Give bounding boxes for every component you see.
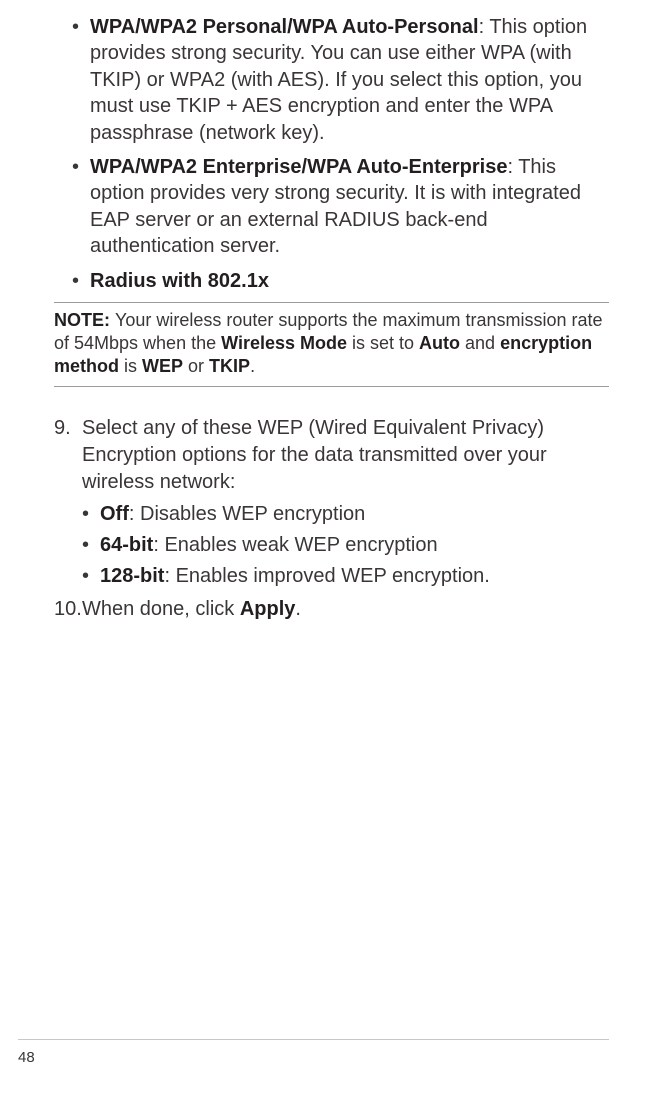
step-9: 9. Select any of these WEP (Wired Equiva…: [54, 415, 609, 495]
option-title: WPA/WPA2 Enterprise/WPA Auto-Enterprise: [90, 156, 507, 178]
apply-label: Apply: [240, 598, 296, 620]
page-content: WPA/WPA2 Personal/WPA Auto-Personal: Thi…: [54, 0, 609, 623]
page-number: 48: [18, 1049, 35, 1066]
wep-64bit: 64-bit: Enables weak WEP encryption: [100, 532, 609, 559]
note-box: NOTE: Your wireless router supports the …: [54, 302, 609, 387]
footer-rule: [18, 1039, 609, 1040]
auth-options-list: WPA/WPA2 Personal/WPA Auto-Personal: Thi…: [54, 14, 609, 294]
option-title: WPA/WPA2 Personal/WPA Auto-Personal: [90, 16, 479, 38]
option-wpa-enterprise: WPA/WPA2 Enterprise/WPA Auto-Enterprise:…: [90, 154, 609, 260]
note-text: and: [460, 333, 500, 353]
note-bold: WEP: [142, 356, 183, 376]
step-number: 10.: [54, 596, 82, 623]
step-number: 9.: [54, 415, 71, 442]
wep-option-desc: : Enables improved WEP encryption.: [164, 565, 489, 587]
wep-option-name: Off: [100, 503, 129, 525]
note-label: NOTE:: [54, 310, 115, 330]
option-title: Radius with 802.1x: [90, 270, 269, 292]
note-bold: Wireless Mode: [221, 333, 347, 353]
option-radius: Radius with 802.1x: [90, 268, 609, 294]
wep-128bit: 128-bit: Enables improved WEP encryption…: [100, 563, 609, 590]
option-wpa-personal: WPA/WPA2 Personal/WPA Auto-Personal: Thi…: [90, 14, 609, 146]
wep-option-desc: : Disables WEP encryption: [129, 503, 365, 525]
wep-option-name: 64-bit: [100, 534, 153, 556]
step-text: .: [295, 598, 301, 620]
step-text: When done, click: [82, 598, 240, 620]
wep-option-desc: : Enables weak WEP encryption: [153, 534, 437, 556]
step-10: 10.When done, click Apply.: [54, 596, 609, 623]
note-bold: Auto: [419, 333, 460, 353]
note-text: is set to: [347, 333, 419, 353]
note-text: or: [183, 356, 209, 376]
wep-option-name: 128-bit: [100, 565, 164, 587]
note-text: is: [119, 356, 142, 376]
wep-off: Off: Disables WEP encryption: [100, 501, 609, 528]
note-bold: TKIP: [209, 356, 250, 376]
wep-options-list: Off: Disables WEP encryption 64-bit: Ena…: [54, 501, 609, 589]
note-text: .: [250, 356, 255, 376]
step-text: Select any of these WEP (Wired Equivalen…: [82, 417, 547, 493]
